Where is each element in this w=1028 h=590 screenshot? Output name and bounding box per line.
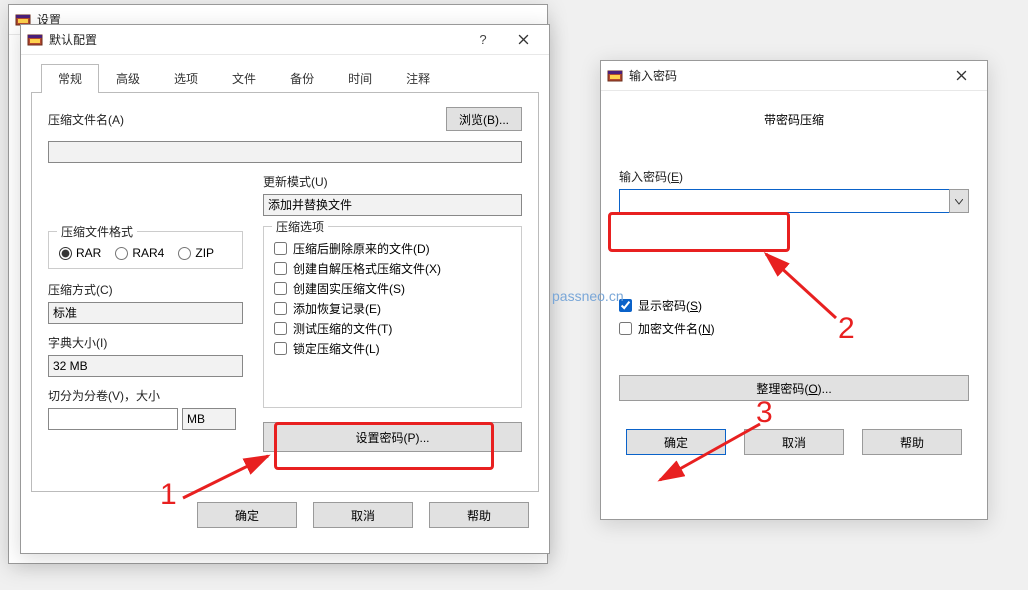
archive-name-input[interactable] — [48, 141, 522, 163]
format-rar[interactable]: RAR — [59, 246, 101, 260]
help-winbutton[interactable]: ? — [463, 26, 503, 54]
method-label: 压缩方式(C) — [48, 281, 243, 298]
opt-sfx[interactable]: 创建自解压格式压缩文件(X) — [274, 260, 511, 277]
default-config-window: 默认配置 ? 常规 高级 选项 文件 备份 时间 注释 压缩文件名(A) 浏览(… — [20, 24, 550, 554]
winrar-icon — [27, 32, 43, 48]
format-group: 压缩文件格式 RAR RAR4 ZIP — [48, 231, 243, 269]
default-help-button[interactable]: 帮助 — [429, 502, 529, 528]
close-winbutton[interactable] — [503, 26, 543, 54]
archive-name-label: 压缩文件名(A) — [48, 111, 124, 128]
password-dropdown-button[interactable] — [949, 189, 969, 213]
options-legend: 压缩选项 — [272, 218, 328, 235]
tab-files[interactable]: 文件 — [215, 64, 273, 93]
opt-lock[interactable]: 锁定压缩文件(L) — [274, 340, 511, 357]
password-input[interactable] — [619, 189, 950, 213]
pwd-help-button[interactable]: 帮助 — [862, 429, 962, 455]
tab-comment[interactable]: 注释 — [389, 64, 447, 93]
default-title: 默认配置 — [49, 31, 463, 48]
tab-options[interactable]: 选项 — [157, 64, 215, 93]
split-label: 切分为分卷(V)，大小 — [48, 387, 243, 404]
default-footer: 确定 取消 帮助 — [21, 492, 549, 528]
winrar-icon — [607, 68, 623, 84]
split-unit-select[interactable]: MB — [182, 408, 236, 430]
update-mode-label: 更新模式(U) — [263, 173, 522, 190]
opt-recovery[interactable]: 添加恢复记录(E) — [274, 300, 511, 317]
close-icon — [518, 34, 529, 45]
method-select[interactable]: 标准 — [48, 302, 243, 324]
organize-passwords-button[interactable]: 整理密码(O)... — [619, 375, 969, 401]
pwd-titlebar[interactable]: 输入密码 — [601, 61, 987, 91]
format-legend: 压缩文件格式 — [57, 223, 137, 240]
tab-panel-general: 压缩文件名(A) 浏览(B)... 压缩文件格式 RAR RAR4 ZIP 压缩… — [31, 92, 539, 492]
split-size-input[interactable] — [48, 408, 178, 430]
close-icon — [956, 70, 967, 81]
chevron-down-icon — [955, 199, 963, 205]
pwd-title: 输入密码 — [629, 67, 941, 84]
options-group: 压缩选项 压缩后删除原来的文件(D) 创建自解压格式压缩文件(X) 创建固实压缩… — [263, 226, 522, 408]
pwd-close-winbutton[interactable] — [941, 62, 981, 90]
default-titlebar[interactable]: 默认配置 ? — [21, 25, 549, 55]
enter-password-label: 输入密码(E) — [619, 168, 969, 185]
dict-select[interactable]: 32 MB — [48, 355, 243, 377]
tab-general[interactable]: 常规 — [41, 64, 99, 93]
tab-strip: 常规 高级 选项 文件 备份 时间 注释 — [21, 55, 549, 92]
tab-backup[interactable]: 备份 — [273, 64, 331, 93]
pwd-ok-button[interactable]: 确定 — [626, 429, 726, 455]
tab-time[interactable]: 时间 — [331, 64, 389, 93]
opt-solid[interactable]: 创建固实压缩文件(S) — [274, 280, 511, 297]
password-window: 输入密码 带密码压缩 输入密码(E) 显示密码(S) 加密文件名(N) 整理密码… — [600, 60, 988, 520]
format-rar4[interactable]: RAR4 — [115, 246, 164, 260]
opt-delete-after[interactable]: 压缩后删除原来的文件(D) — [274, 240, 511, 257]
pwd-cancel-button[interactable]: 取消 — [744, 429, 844, 455]
encrypt-names-checkbox[interactable]: 加密文件名(N) — [619, 320, 969, 337]
opt-test[interactable]: 测试压缩的文件(T) — [274, 320, 511, 337]
dict-label: 字典大小(I) — [48, 334, 243, 351]
pwd-heading: 带密码压缩 — [619, 111, 969, 128]
show-password-checkbox[interactable]: 显示密码(S) — [619, 297, 969, 314]
set-password-button[interactable]: 设置密码(P)... — [263, 422, 522, 452]
default-ok-button[interactable]: 确定 — [197, 502, 297, 528]
default-cancel-button[interactable]: 取消 — [313, 502, 413, 528]
browse-button[interactable]: 浏览(B)... — [446, 107, 522, 131]
update-mode-select[interactable]: 添加并替换文件 — [263, 194, 522, 216]
tab-advanced[interactable]: 高级 — [99, 64, 157, 93]
format-zip[interactable]: ZIP — [178, 246, 214, 260]
